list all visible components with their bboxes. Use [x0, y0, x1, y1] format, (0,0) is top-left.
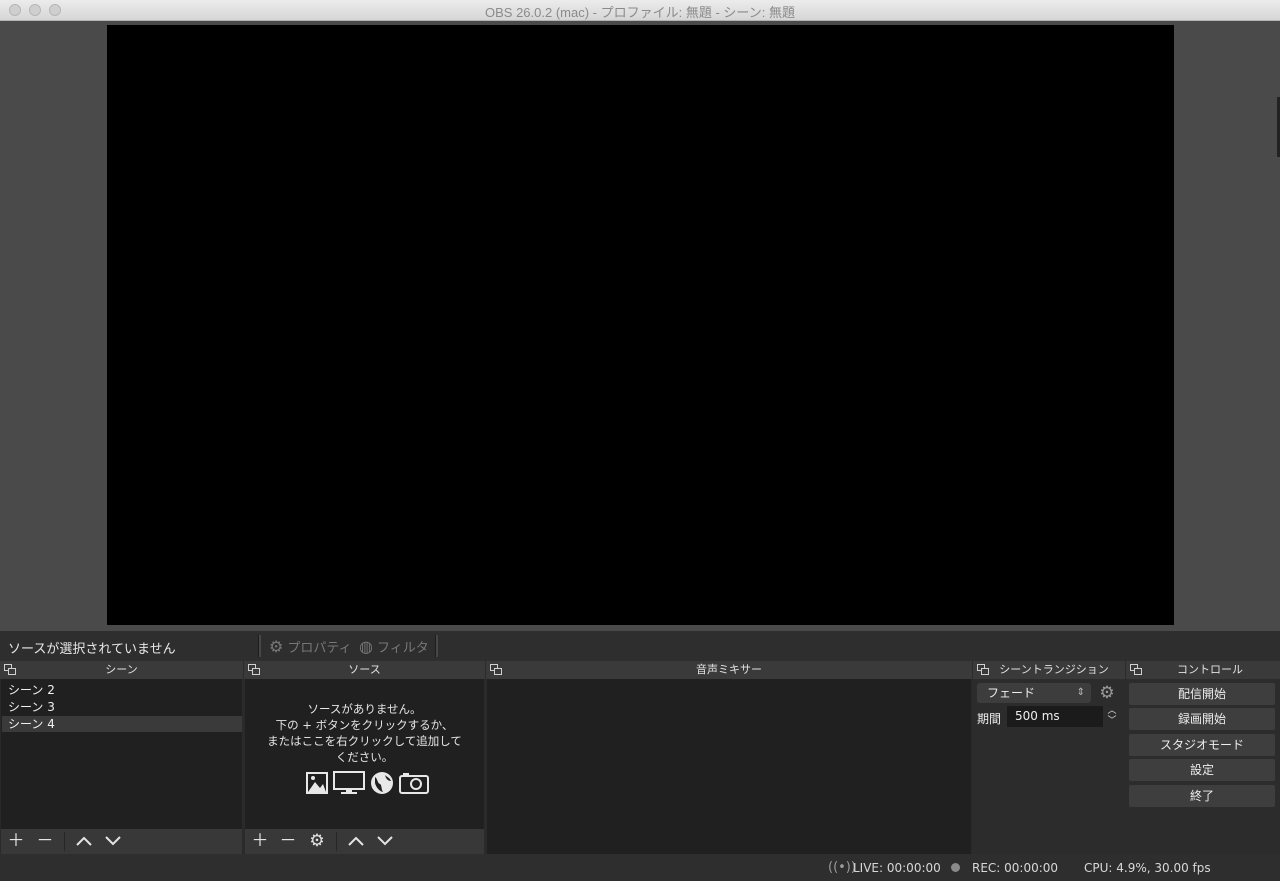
move-scene-up-button[interactable]	[71, 829, 97, 854]
toolbar-separator	[258, 635, 261, 657]
globe-icon	[371, 772, 393, 794]
image-icon	[306, 772, 328, 794]
live-signal-icon: ((•))	[828, 860, 856, 875]
remove-scene-button[interactable]: －	[32, 829, 58, 854]
scene-transitions-dock: シーントランジション フェード ⇕ ⚙ 期間 500 ms ︿ ﹀	[973, 661, 1125, 854]
source-properties-button[interactable]: ⚙	[304, 829, 330, 854]
transition-select[interactable]: フェード ⇕	[977, 683, 1091, 703]
duration-label: 期間	[977, 712, 1002, 726]
sources-toolbar: ＋ － ⚙	[245, 829, 484, 854]
scene-transitions-dock-header: シーントランジション	[973, 661, 1125, 679]
duration-stepper[interactable]: ︿ ﹀	[1105, 706, 1119, 727]
sources-list-area[interactable]: ソースがありません。 下の + ボタンをクリックするか、 またはここを右クリック…	[245, 679, 484, 854]
chevron-down-icon[interactable]: ﹀	[1105, 716, 1119, 726]
no-sources-line: 下の + ボタンをクリックするか、	[275, 718, 454, 732]
controls-dock-title: コントロール	[1177, 663, 1243, 676]
gear-icon: ⚙	[309, 831, 325, 851]
transitions-body: フェード ⇕ ⚙ 期間 500 ms ︿ ﹀	[973, 679, 1125, 854]
sources-dock-header: ソース	[244, 661, 485, 679]
camera-icon	[399, 773, 429, 794]
live-status: LIVE: 00:00:00	[853, 861, 941, 875]
scenes-toolbar: ＋ －	[1, 829, 242, 854]
filter-icon: ◍	[359, 637, 373, 656]
properties-button[interactable]: ⚙ プロパティ	[269, 637, 352, 656]
source-context-bar: ソースが選択されていません ⚙ プロパティ ◍ フィルタ	[0, 631, 1280, 661]
no-sources-line: ください。	[335, 750, 394, 764]
updown-arrow-icon: ⇕	[1076, 687, 1085, 698]
scenes-dock-header: シーン	[0, 661, 243, 679]
exit-button[interactable]: 終了	[1129, 785, 1275, 807]
move-source-down-button[interactable]	[372, 829, 398, 854]
duration-input[interactable]: 500 ms	[1007, 706, 1103, 727]
display-icon	[333, 771, 365, 794]
sources-dock-title: ソース	[348, 663, 381, 676]
preview-canvas[interactable]	[107, 25, 1174, 625]
gear-icon: ⚙	[269, 637, 284, 656]
scenes-dock-title: シーン	[105, 663, 138, 676]
move-scene-down-button[interactable]	[100, 829, 126, 854]
properties-label: プロパティ	[287, 641, 352, 656]
start-recording-button[interactable]: 録画開始	[1129, 708, 1275, 730]
studio-mode-button[interactable]: スタジオモード	[1129, 734, 1275, 756]
undock-icon[interactable]	[490, 664, 502, 675]
remove-source-button[interactable]: －	[275, 829, 301, 854]
rec-status: REC: 00:00:00	[972, 861, 1059, 875]
controls-dock: コントロール 配信開始 録画開始 スタジオモード 設定 終了	[1126, 661, 1280, 854]
source-type-icons	[305, 771, 429, 795]
move-source-up-button[interactable]	[343, 829, 369, 854]
undock-icon[interactable]	[1130, 664, 1142, 675]
scene-list-item[interactable]: シーン 3	[2, 699, 242, 715]
no-sources-message: ソースがありません。 下の + ボタンをクリックするか、 またはここを右クリック…	[245, 701, 484, 765]
no-sources-line: ソースがありません。	[307, 702, 422, 716]
filters-button[interactable]: ◍ フィルタ	[359, 637, 429, 656]
chevron-up-icon	[76, 836, 92, 846]
chevron-up-icon	[348, 836, 364, 846]
no-source-selected-label: ソースが選択されていません	[8, 642, 176, 657]
no-sources-line: またはここを右クリックして追加して	[267, 734, 462, 748]
scene-list: シーン 2 シーン 3 シーン 4	[2, 682, 242, 733]
chevron-down-icon	[377, 836, 393, 846]
status-bar: ((•)) LIVE: 00:00:00 REC: 00:00:00 CPU: …	[0, 854, 1280, 881]
audio-mixer-area[interactable]	[487, 679, 971, 854]
audio-mixer-dock-header: 音声ミキサー	[486, 661, 972, 679]
chevron-up-icon[interactable]: ︿	[1105, 706, 1119, 716]
scene-transitions-dock-title: シーントランジション	[999, 663, 1109, 676]
title-bar: OBS 26.0.2 (mac) - プロファイル: 無題 - シーン: 無題	[0, 0, 1280, 21]
transition-select-value: フェード	[987, 686, 1036, 700]
undock-icon[interactable]	[977, 664, 989, 675]
start-streaming-button[interactable]: 配信開始	[1129, 683, 1275, 705]
settings-button[interactable]: 設定	[1129, 759, 1275, 781]
chevron-down-icon	[105, 836, 121, 846]
preview-area	[0, 21, 1280, 631]
undock-icon[interactable]	[248, 664, 260, 675]
cpu-status: CPU: 4.9%, 30.00 fps	[1084, 861, 1211, 875]
controls-dock-header: コントロール	[1126, 661, 1280, 679]
audio-mixer-dock: 音声ミキサー	[486, 661, 972, 854]
add-source-button[interactable]: ＋	[247, 829, 273, 854]
undock-icon[interactable]	[4, 664, 16, 675]
toolbar-separator	[64, 832, 65, 851]
sources-dock: ソース ソースがありません。 下の + ボタンをクリックするか、 またはここを右…	[244, 661, 485, 854]
record-dot-icon	[951, 863, 960, 872]
scenes-dock: シーン シーン 2 シーン 3 シーン 4 ＋ －	[0, 661, 243, 854]
audio-mixer-dock-title: 音声ミキサー	[696, 663, 762, 676]
scene-list-item-selected[interactable]: シーン 4	[2, 716, 242, 732]
toolbar-separator	[336, 832, 337, 851]
scenes-list-area[interactable]: シーン 2 シーン 3 シーン 4	[1, 679, 242, 854]
scene-list-item[interactable]: シーン 2	[2, 682, 242, 698]
filters-label: フィルタ	[376, 641, 429, 656]
gear-icon: ⚙	[1099, 683, 1115, 703]
transition-properties-button[interactable]: ⚙	[1097, 683, 1117, 703]
toolbar-separator	[435, 635, 438, 657]
add-scene-button[interactable]: ＋	[3, 829, 29, 854]
window-title: OBS 26.0.2 (mac) - プロファイル: 無題 - シーン: 無題	[485, 5, 795, 20]
